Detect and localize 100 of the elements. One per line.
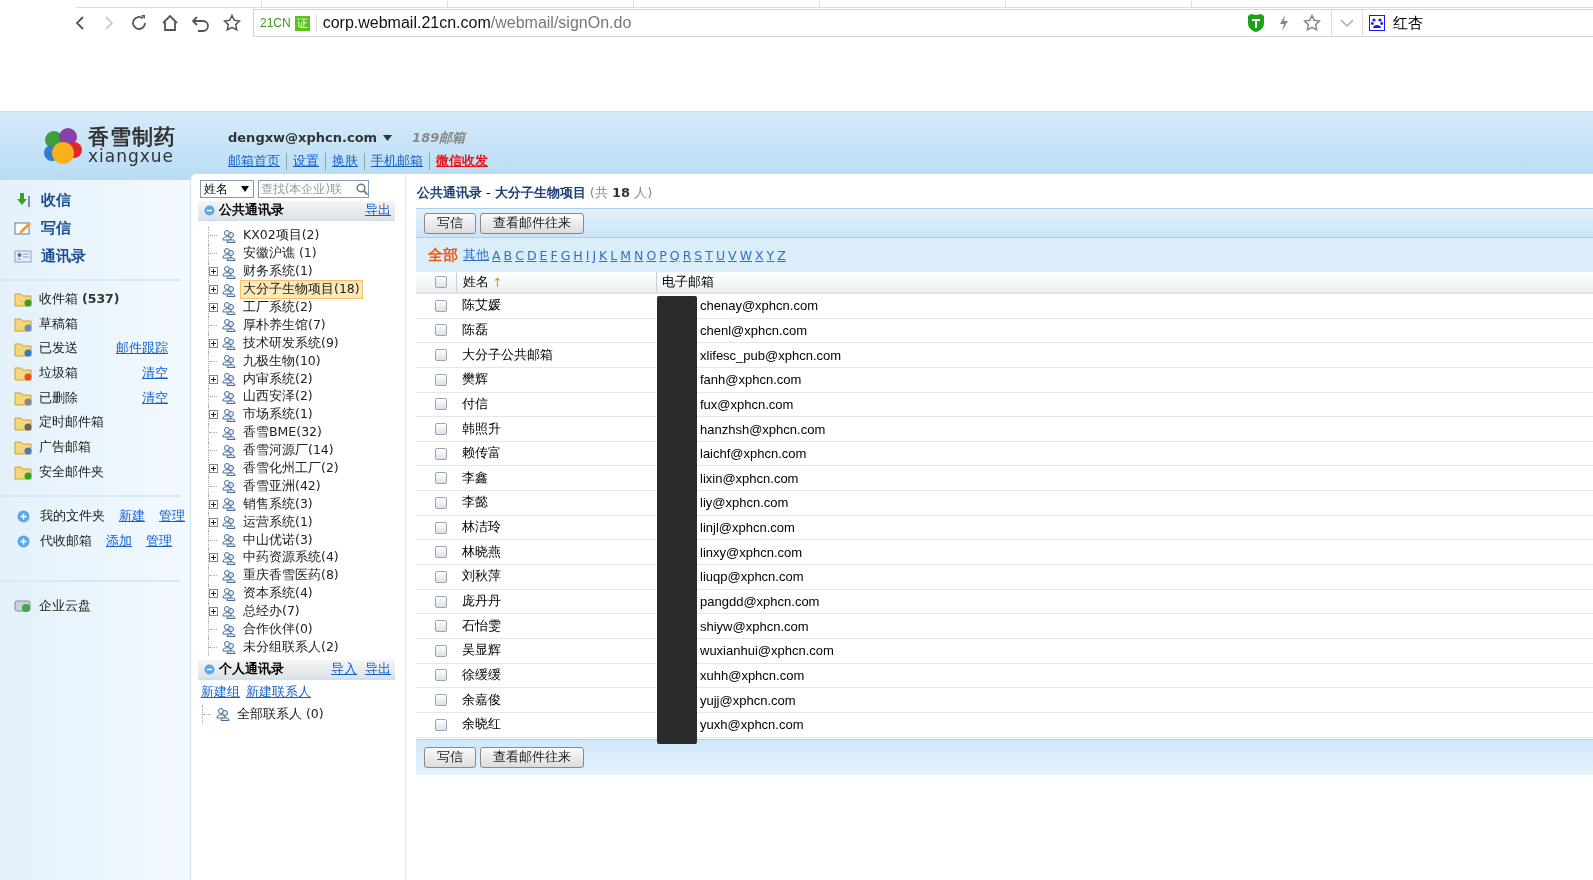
expand-icon[interactable] (209, 374, 218, 384)
header-link[interactable]: 手机邮箱 (364, 152, 429, 170)
expand-icon[interactable] (209, 338, 218, 348)
search-type-select[interactable]: 姓名 (200, 180, 254, 198)
action-link[interactable]: 添加 (106, 533, 132, 551)
letter-filter[interactable]: J (592, 247, 597, 263)
column-header[interactable]: 姓名 (463, 273, 489, 291)
expand-icon[interactable] (209, 464, 218, 473)
action-link[interactable]: 管理 (146, 533, 172, 551)
collapse-icon[interactable] (204, 204, 215, 216)
checkbox[interactable] (435, 299, 447, 312)
caret-icon[interactable] (383, 134, 393, 141)
letter-filter[interactable]: T (705, 247, 713, 263)
shield-icon[interactable] (1247, 13, 1265, 33)
column-header[interactable]: 电子邮箱 (662, 273, 714, 291)
action-link[interactable]: 新建 (119, 508, 145, 526)
checkbox[interactable] (435, 496, 447, 509)
checkbox[interactable] (435, 349, 447, 362)
action-link[interactable]: 新建联系人 (246, 684, 311, 700)
toolbar-button[interactable]: 写信 (424, 212, 476, 234)
tree-item[interactable]: 香雪BME(32) (240, 423, 325, 443)
letter-filter[interactable]: A (492, 247, 501, 263)
action-link[interactable]: 管理 (159, 508, 185, 526)
action-link[interactable]: 导出 (365, 201, 391, 219)
action-link[interactable]: 清空 (142, 364, 168, 382)
tree-item[interactable]: 全部联系人 (0) (234, 704, 327, 724)
search-icon[interactable] (356, 183, 368, 195)
action-link[interactable]: 邮件跟踪 (116, 340, 168, 358)
letter-filter[interactable]: Z (777, 247, 786, 263)
folder-link[interactable]: 安全邮件夹 (39, 463, 168, 481)
tree-item[interactable]: 中药资源系统(4) (240, 548, 342, 568)
tree-item[interactable]: 工厂系统(2) (240, 298, 316, 317)
address-bar[interactable]: 21CN 证 corp.webmail.21cn.com/webmail/signOn.do 红杏 (253, 9, 1593, 37)
folder-link[interactable]: 广告邮箱 (39, 438, 168, 456)
checkbox[interactable] (435, 373, 447, 386)
expand-icon[interactable] (209, 607, 218, 617)
profile-name[interactable]: 红杏 (1393, 13, 1423, 33)
letter-filter[interactable]: G (560, 247, 571, 263)
tree-item[interactable]: 运营系统(1) (240, 512, 316, 532)
tree-item[interactable]: 香雪河源厂(14) (240, 441, 337, 461)
tree-item[interactable]: 重庆香雪医药(8) (240, 566, 342, 586)
chevron-down-icon[interactable] (1340, 18, 1354, 28)
expand-icon[interactable] (209, 589, 218, 599)
letter-filter[interactable]: Y (766, 247, 775, 263)
letter-filter[interactable]: B (503, 247, 513, 263)
letter-filter[interactable]: N (634, 247, 644, 263)
checkbox[interactable] (435, 718, 447, 731)
folder-link[interactable]: 我的文件夹 (40, 508, 105, 526)
tree-item[interactable]: 财务系统(1) (240, 262, 316, 282)
tree-item[interactable]: 未分组联系人(2) (240, 637, 342, 657)
letter-filter[interactable]: Q (669, 247, 680, 263)
collapse-icon[interactable] (204, 663, 215, 675)
tree-item[interactable]: 厚朴养生馆(7) (240, 315, 329, 335)
nav-item[interactable]: 收信 (41, 190, 71, 210)
reload-icon[interactable] (130, 14, 148, 32)
checkbox[interactable] (435, 276, 447, 288)
toolbar-button[interactable]: 写信 (424, 746, 476, 768)
header-link[interactable]: 换肤 (325, 152, 364, 170)
letter-filter[interactable]: 其他 (463, 246, 489, 264)
letter-filter[interactable]: S (694, 247, 703, 263)
folder-link[interactable]: 企业云盘 (39, 597, 168, 615)
letter-filter[interactable]: R (682, 247, 692, 263)
nav-item[interactable]: 写信 (41, 218, 71, 238)
folder-link[interactable]: 已删除 (39, 389, 131, 407)
checkbox[interactable] (435, 694, 447, 707)
checkbox[interactable] (435, 521, 447, 534)
letter-filter[interactable]: M (620, 247, 632, 263)
toolbar-button[interactable]: 查看邮件往来 (480, 212, 584, 234)
home-icon[interactable] (161, 14, 179, 32)
expand-icon[interactable] (209, 285, 218, 295)
tree-item[interactable]: 合作伙伴(0) (240, 620, 316, 640)
toolbar-button[interactable]: 查看邮件往来 (480, 746, 584, 768)
letter-filter[interactable]: K (599, 247, 608, 263)
checkbox[interactable] (435, 669, 447, 682)
tree-item[interactable]: 安徽沪谯 (1) (240, 244, 320, 264)
letter-filter[interactable]: O (646, 247, 657, 263)
tree-item[interactable]: 中山优诺(3) (240, 530, 316, 550)
tree-item[interactable]: KX02项目(2) (240, 226, 323, 246)
expand-icon[interactable] (209, 517, 218, 527)
header-link[interactable]: 设置 (286, 152, 325, 170)
tree-item[interactable]: 九极生物(10) (240, 351, 324, 371)
action-link[interactable]: 清空 (142, 389, 168, 407)
letter-filter[interactable]: X (755, 247, 764, 263)
letter-filter[interactable]: V (728, 247, 737, 263)
folder-link[interactable]: 定时邮件箱 (39, 414, 168, 432)
header-link[interactable]: 邮箱首页 (228, 152, 286, 170)
checkbox[interactable] (435, 546, 447, 559)
checkbox[interactable] (435, 595, 447, 608)
undo-icon[interactable] (192, 14, 210, 32)
expand-icon[interactable] (209, 267, 218, 277)
letter-filter[interactable]: L (610, 247, 618, 263)
nav-item[interactable]: 通讯录 (41, 246, 86, 266)
checkbox[interactable] (435, 423, 447, 435)
action-link[interactable]: 新建组 (201, 684, 240, 700)
tree-item[interactable]: 资本系统(4) (240, 584, 316, 604)
checkbox[interactable] (435, 398, 447, 411)
folder-link[interactable]: 垃圾箱 (39, 364, 131, 382)
expand-icon[interactable] (209, 553, 218, 563)
checkbox[interactable] (435, 324, 447, 337)
expand-icon[interactable] (209, 499, 218, 509)
